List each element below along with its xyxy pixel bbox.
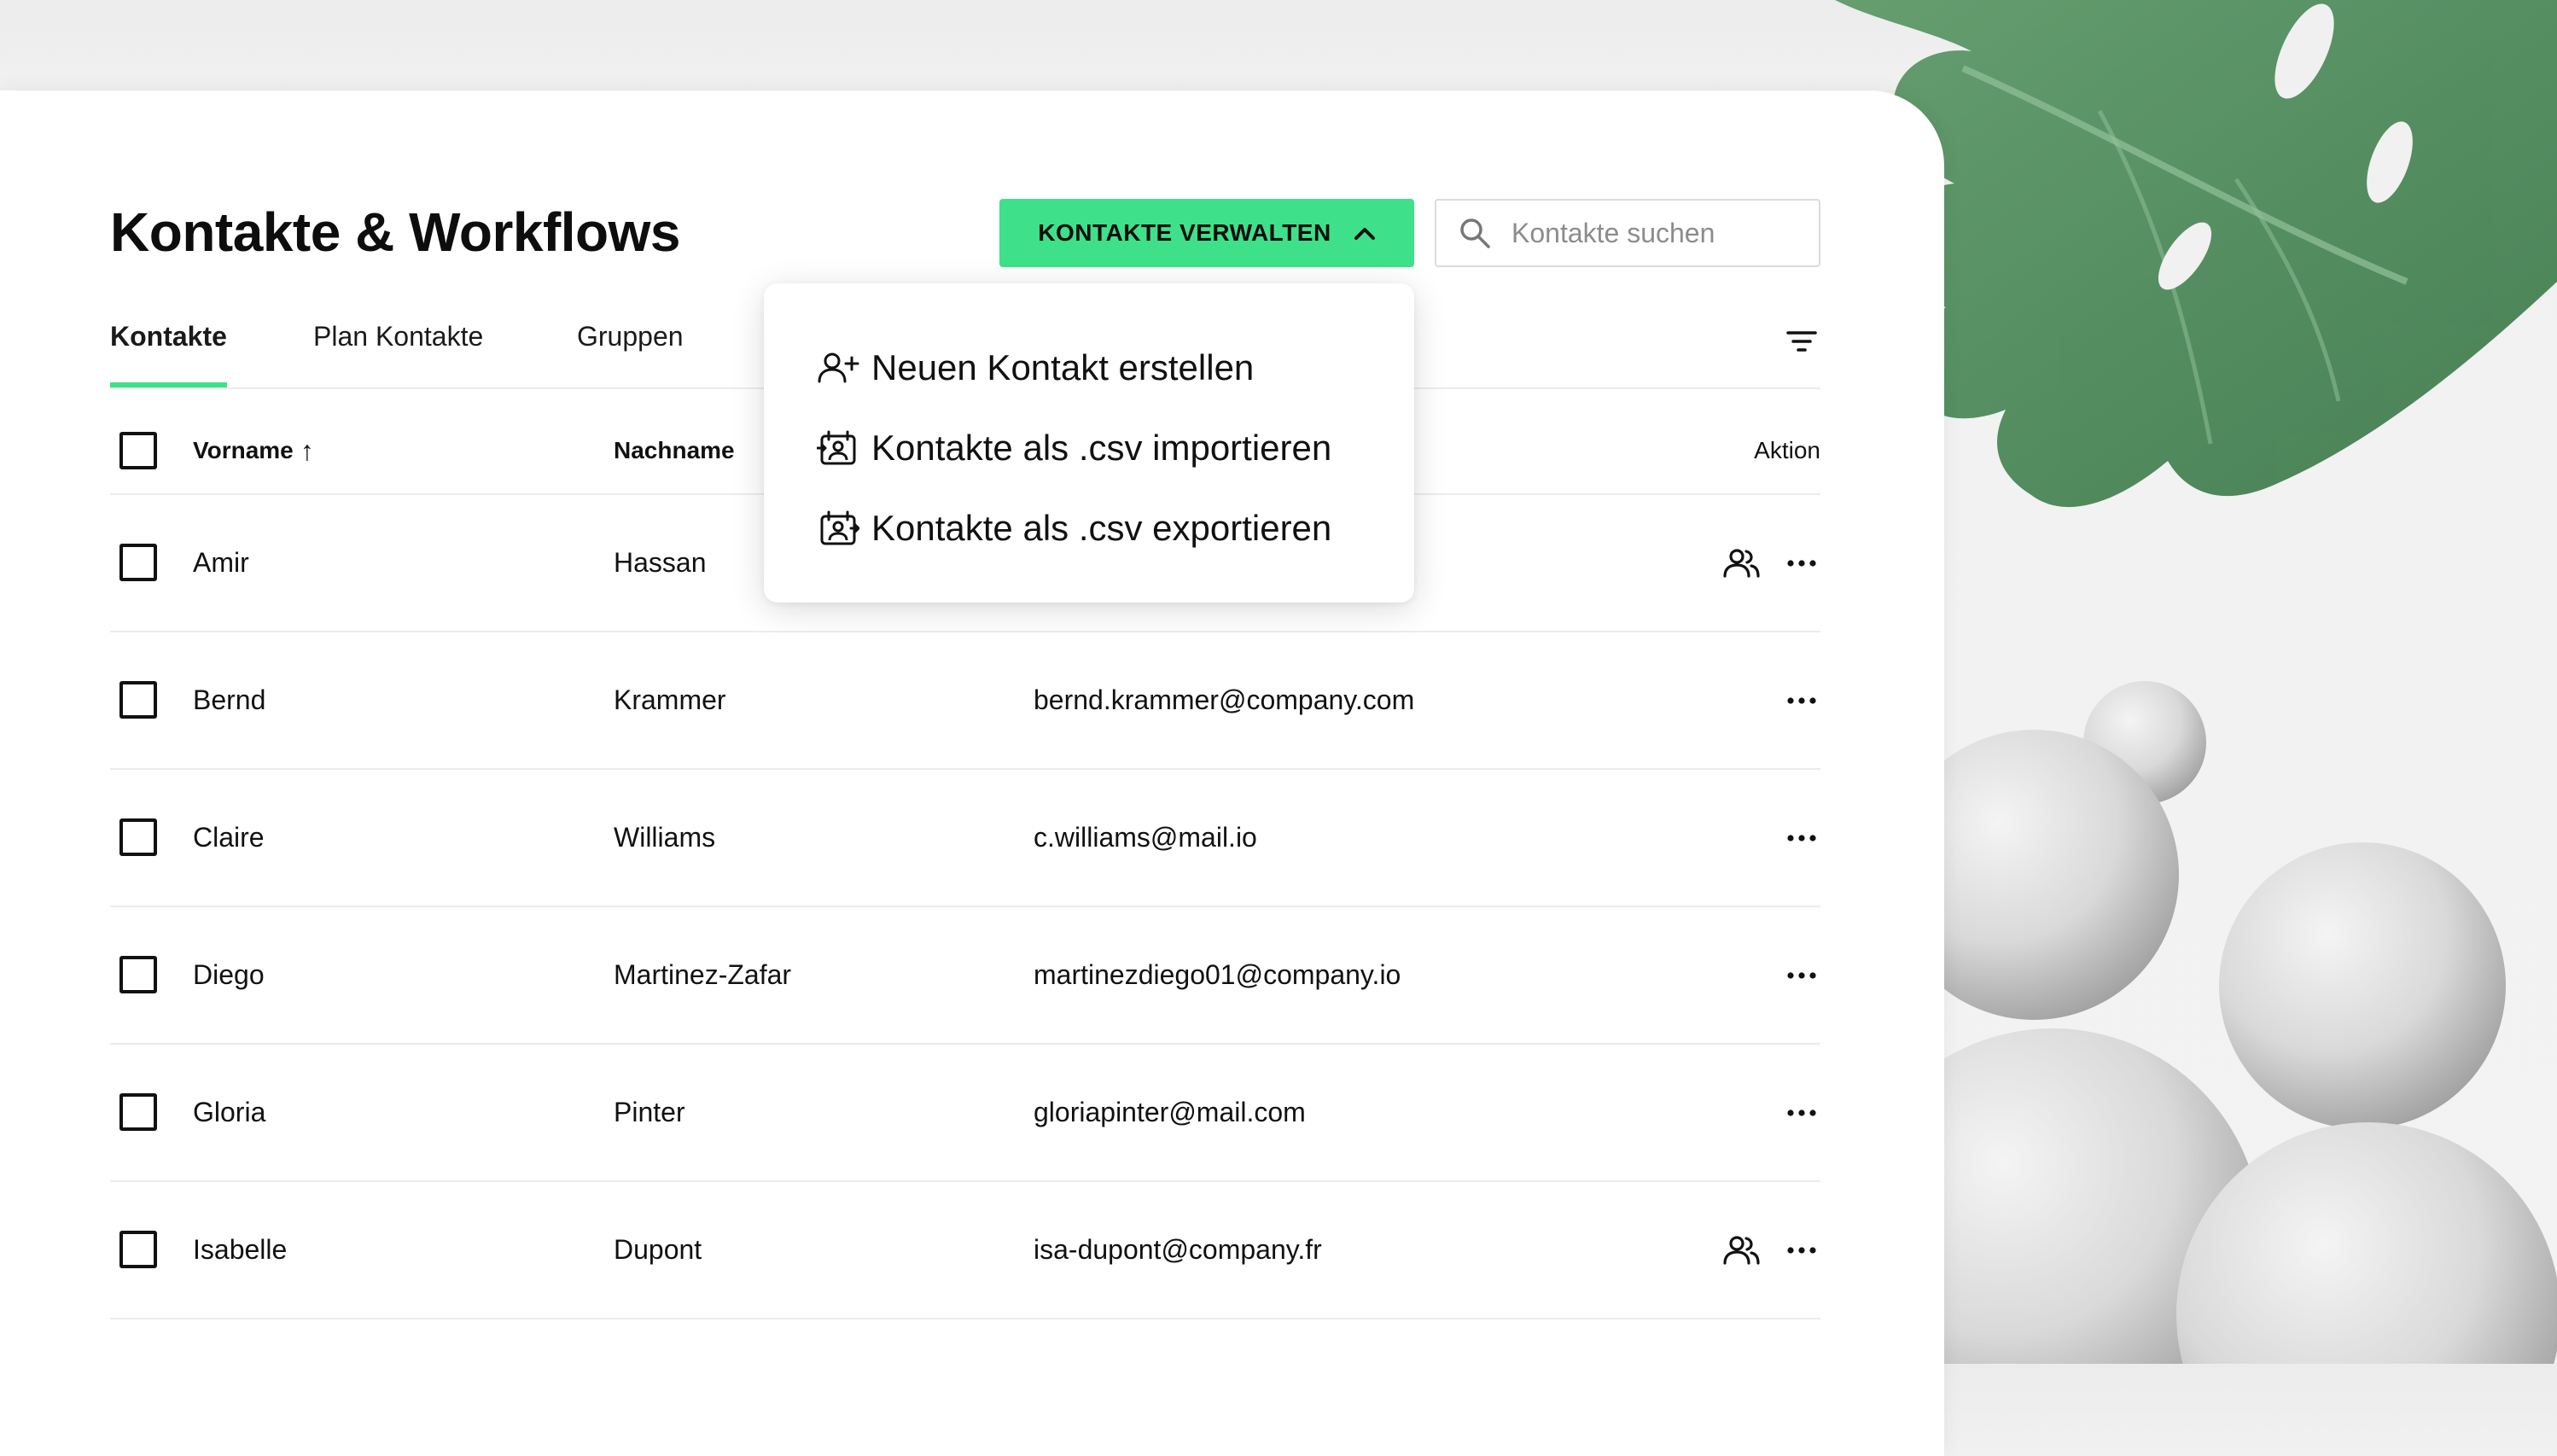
manage-contacts-dropdown: Neuen Kontakt erstellen Kontakte als .cs… bbox=[764, 283, 1414, 603]
sort-ascending-icon: ↑ bbox=[300, 434, 314, 466]
row-actions bbox=[1723, 907, 1820, 1043]
row-checkbox[interactable] bbox=[119, 956, 157, 993]
row-actions bbox=[1723, 1045, 1820, 1180]
more-options-icon[interactable] bbox=[1783, 1232, 1820, 1269]
select-all-checkbox[interactable] bbox=[119, 432, 157, 469]
table-row[interactable]: Gloria Pinter gloriapinter@mail.com bbox=[110, 1045, 1820, 1182]
search-input[interactable] bbox=[1510, 216, 1795, 250]
last-name-cell: Williams bbox=[614, 822, 716, 853]
table-row[interactable]: Isabelle Dupont isa-dupont@company.fr bbox=[110, 1182, 1820, 1319]
first-name-cell: Claire bbox=[193, 822, 265, 853]
column-header-first-name[interactable]: Vorname ↑ bbox=[193, 408, 314, 493]
more-options-icon[interactable] bbox=[1783, 682, 1820, 719]
menu-item-export-csv[interactable]: Kontakte als .csv exportieren bbox=[764, 488, 1414, 568]
more-options-icon[interactable] bbox=[1783, 1094, 1820, 1132]
email-cell: martinezdiego01@company.io bbox=[1034, 959, 1401, 990]
menu-item-label: Neuen Kontakt erstellen bbox=[871, 347, 1255, 387]
last-name-cell: Dupont bbox=[614, 1234, 702, 1265]
email-cell: bernd.krammer@company.com bbox=[1034, 684, 1415, 715]
tab-kontakte[interactable]: Kontakte bbox=[110, 317, 227, 387]
search-icon bbox=[1460, 218, 1490, 248]
group-members-icon[interactable] bbox=[1723, 545, 1761, 582]
last-name-cell: Krammer bbox=[614, 684, 726, 715]
column-header-last-name[interactable]: Nachname bbox=[614, 408, 735, 493]
add-user-icon bbox=[818, 352, 859, 383]
tab-gruppen[interactable]: Gruppen bbox=[577, 317, 684, 387]
row-checkbox[interactable] bbox=[119, 544, 157, 581]
manage-contacts-label: KONTAKTE VERWALTEN bbox=[1038, 219, 1331, 246]
row-checkbox[interactable] bbox=[119, 818, 157, 856]
menu-item-import-csv[interactable]: Kontakte als .csv importieren bbox=[764, 408, 1414, 488]
page-title: Kontakte & Workflows bbox=[110, 201, 681, 263]
search-box[interactable] bbox=[1435, 199, 1820, 267]
row-checkbox[interactable] bbox=[119, 681, 157, 719]
menu-item-label: Kontakte als .csv importieren bbox=[871, 428, 1332, 468]
last-name-cell: Hassan bbox=[614, 547, 707, 578]
more-options-icon[interactable] bbox=[1783, 819, 1820, 857]
row-checkbox[interactable] bbox=[119, 1093, 157, 1131]
menu-item-create-contact[interactable]: Neuen Kontakt erstellen bbox=[764, 328, 1414, 408]
first-name-cell: Diego bbox=[193, 959, 265, 990]
chevron-up-icon bbox=[1354, 228, 1375, 240]
more-options-icon[interactable] bbox=[1783, 957, 1820, 994]
manage-contacts-button[interactable]: KONTAKTE VERWALTEN bbox=[999, 199, 1414, 267]
email-cell: gloriapinter@mail.com bbox=[1034, 1097, 1306, 1127]
row-actions bbox=[1723, 770, 1820, 906]
content-layer: Kontakte & Workflows KONTAKTE VERWALTEN … bbox=[0, 0, 2557, 1364]
column-first-name-label: Vorname bbox=[193, 437, 294, 463]
more-options-icon[interactable] bbox=[1783, 545, 1820, 582]
group-members-icon[interactable] bbox=[1723, 1232, 1761, 1269]
row-actions bbox=[1723, 1182, 1820, 1318]
table-row[interactable]: Diego Martinez-Zafar martinezdiego01@com… bbox=[110, 907, 1820, 1045]
filter-button[interactable] bbox=[1783, 323, 1820, 360]
table-body: Amir Hassan Bernd Krammer bernd.krammer@… bbox=[110, 495, 1820, 1319]
row-checkbox[interactable] bbox=[119, 1231, 157, 1268]
row-actions bbox=[1723, 495, 1820, 631]
tab-plan-kontakte[interactable]: Plan Kontakte bbox=[313, 317, 483, 387]
last-name-cell: Pinter bbox=[614, 1097, 685, 1127]
row-actions bbox=[1723, 632, 1820, 768]
email-cell: c.williams@mail.io bbox=[1034, 822, 1257, 853]
column-header-action: Aktion bbox=[1754, 437, 1820, 463]
first-name-cell: Gloria bbox=[193, 1097, 266, 1127]
table-row[interactable]: Bernd Krammer bernd.krammer@company.com bbox=[110, 632, 1820, 770]
export-contacts-icon bbox=[820, 510, 859, 545]
first-name-cell: Bernd bbox=[193, 684, 266, 715]
table-row[interactable]: Claire Williams c.williams@mail.io bbox=[110, 770, 1820, 907]
email-cell: isa-dupont@company.fr bbox=[1034, 1234, 1322, 1265]
filter-icon bbox=[1786, 331, 1817, 352]
last-name-cell: Martinez-Zafar bbox=[614, 959, 792, 990]
first-name-cell: Amir bbox=[193, 547, 249, 578]
menu-item-label: Kontakte als .csv exportieren bbox=[871, 508, 1332, 548]
import-contacts-icon bbox=[817, 430, 856, 465]
first-name-cell: Isabelle bbox=[193, 1234, 288, 1265]
